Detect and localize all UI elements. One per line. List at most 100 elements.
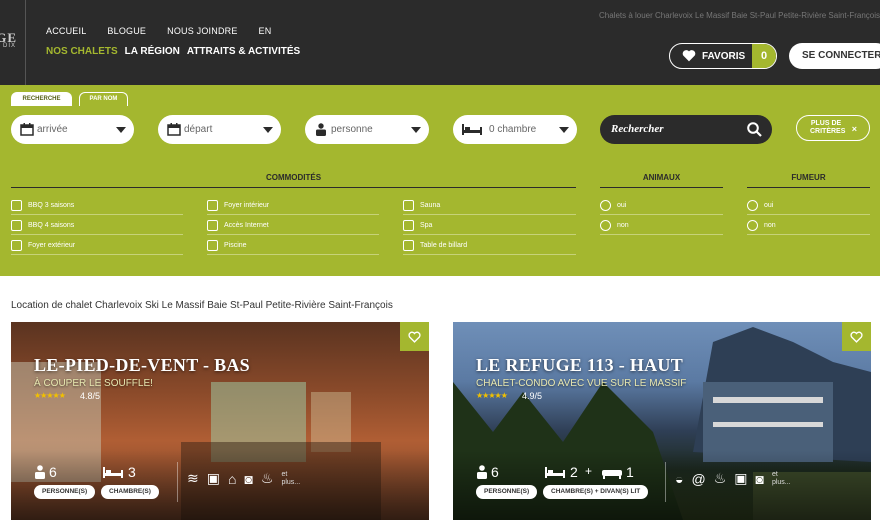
close-icon: × bbox=[851, 124, 857, 134]
people-count: 6 bbox=[49, 464, 57, 480]
checkbox-foyer-exterieur[interactable]: Foyer extérieur bbox=[11, 235, 183, 255]
top-nav: ACCUEIL BLOGUE NOUS JOINDRE EN bbox=[46, 26, 271, 36]
nav-attraits-activites[interactable]: ATTRAITS & ACTIVITÉS bbox=[187, 46, 300, 57]
chalet-subtitle: CHALET-CONDO AVEC VUE SUR LE MASSIF bbox=[476, 378, 687, 389]
rating-value: 4.8/5 bbox=[80, 391, 101, 401]
arrival-date-select[interactable]: arrivée bbox=[11, 115, 134, 144]
option-label: BBQ 3 saisons bbox=[28, 202, 75, 209]
main-nav: NOS CHALETS LA RÉGION ATTRAITS & ACTIVIT… bbox=[46, 46, 300, 57]
more-criteria-label: PLUS DE CRITÈRES bbox=[810, 120, 846, 135]
checkbox-box bbox=[403, 200, 414, 211]
nav-language-en[interactable]: EN bbox=[259, 26, 272, 36]
site-logo[interactable]: GE DIX bbox=[0, 0, 26, 85]
tab-par-nom[interactable]: PAR NOM bbox=[79, 92, 128, 106]
people-select[interactable]: personne bbox=[305, 115, 429, 144]
arrival-value: arrivée bbox=[37, 124, 68, 135]
animals-heading: ANIMAUX bbox=[600, 173, 723, 188]
checkbox-bbq-4-saisons[interactable]: BBQ 4 saisons bbox=[11, 215, 183, 235]
smoker-heading: FUMEUR bbox=[747, 173, 870, 188]
amenity-icons: ◒ @ ♨ ▣ ◙ et plus... bbox=[675, 470, 794, 487]
amenity-icons: ≋ ▣ ⌂ ◙ ♨ et plus... bbox=[187, 470, 303, 487]
radio-animals-non[interactable]: non bbox=[600, 215, 723, 235]
people-value: personne bbox=[331, 124, 373, 135]
option-label: oui bbox=[617, 202, 627, 209]
radio-smoker-non[interactable]: non bbox=[747, 215, 870, 235]
checkbox-sauna[interactable]: Sauna bbox=[403, 195, 576, 215]
radio-smoker-oui[interactable]: oui bbox=[747, 195, 870, 215]
favorite-toggle[interactable] bbox=[842, 322, 871, 351]
house-icon: ⌂ bbox=[227, 470, 237, 487]
sofabeds-count: 1 bbox=[626, 464, 634, 480]
checkbox-piscine[interactable]: Piscine bbox=[207, 235, 379, 255]
tab-recherche[interactable]: RECHERCHE bbox=[11, 92, 72, 106]
heart-outline-icon bbox=[408, 331, 421, 343]
sofa-bed-icon bbox=[602, 470, 622, 479]
nav-la-region[interactable]: LA RÉGION bbox=[125, 46, 180, 57]
radio-circle bbox=[747, 220, 758, 231]
chevron-down-icon bbox=[559, 127, 569, 133]
calendar-icon bbox=[167, 123, 181, 136]
washer-icon: ◙ bbox=[244, 470, 253, 487]
chalet-subtitle: À COUPER LE SOUFFLE! bbox=[34, 378, 153, 389]
at-icon: @ bbox=[691, 470, 706, 487]
nav-blogue[interactable]: BLOGUE bbox=[107, 26, 146, 36]
search-button-label: Rechercher bbox=[611, 123, 664, 135]
person-icon bbox=[477, 465, 487, 479]
option-label: Foyer intérieur bbox=[224, 202, 270, 209]
checkbox-foyer-interieur[interactable]: Foyer intérieur bbox=[207, 195, 379, 215]
search-panel: RECHERCHE PAR NOM arrivée départ personn… bbox=[0, 85, 880, 276]
chevron-down-icon bbox=[116, 127, 126, 133]
more-criteria-button[interactable]: PLUS DE CRITÈRES × bbox=[796, 115, 870, 141]
washer-icon: ◙ bbox=[755, 470, 764, 487]
chalet-title[interactable]: LE-PIED-DE-VENT - BAS bbox=[34, 355, 250, 376]
option-label: Spa bbox=[420, 222, 433, 229]
checkbox-box bbox=[207, 220, 218, 231]
chevron-down-icon bbox=[411, 127, 421, 133]
checkbox-spa[interactable]: Spa bbox=[403, 215, 576, 235]
chalet-title[interactable]: LE REFUGE 113 - HAUT bbox=[476, 355, 683, 376]
bedrooms-select[interactable]: 0 chambre bbox=[453, 115, 577, 144]
bedrooms-tag: CHAMBRE(S) bbox=[101, 485, 159, 499]
heart-outline-icon bbox=[850, 331, 863, 343]
option-label: Accès Internet bbox=[224, 222, 269, 229]
departure-date-select[interactable]: départ bbox=[158, 115, 281, 144]
divider bbox=[177, 462, 178, 502]
nav-accueil[interactable]: ACCUEIL bbox=[46, 26, 86, 36]
favorites-button[interactable]: FAVORIS 0 bbox=[669, 43, 777, 69]
checkbox-table-de-billard[interactable]: Table de billard bbox=[403, 235, 576, 255]
option-label: Foyer extérieur bbox=[28, 242, 76, 249]
checkbox-acces-internet[interactable]: Accès Internet bbox=[207, 215, 379, 235]
checkbox-box bbox=[403, 240, 414, 251]
checkbox-box bbox=[207, 200, 218, 211]
divider bbox=[665, 462, 666, 502]
person-icon bbox=[35, 465, 45, 479]
bed-icon bbox=[103, 467, 123, 478]
logo-line-2: DIX bbox=[2, 43, 16, 49]
chalet-card[interactable]: LE-PIED-DE-VENT - BAS À COUPER LE SOUFFL… bbox=[11, 322, 429, 520]
favorites-label: FAVORIS bbox=[702, 51, 746, 62]
nav-nous-joindre[interactable]: NOUS JOINDRE bbox=[167, 26, 237, 36]
rating-value: 4.9/5 bbox=[522, 391, 543, 401]
nav-nos-chalets[interactable]: NOS CHALETS bbox=[46, 46, 118, 57]
checkbox-box bbox=[11, 220, 22, 231]
chalet-card[interactable]: LE REFUGE 113 - HAUT CHALET-CONDO AVEC V… bbox=[453, 322, 871, 520]
chevron-down-icon bbox=[263, 127, 273, 133]
more-amenities-text: et plus... bbox=[771, 470, 791, 486]
radio-circle bbox=[600, 220, 611, 231]
option-label: Sauna bbox=[420, 202, 441, 209]
people-tag: PERSONNE(S) bbox=[34, 485, 96, 499]
search-button[interactable]: Rechercher bbox=[600, 115, 772, 144]
checkbox-box bbox=[403, 220, 414, 231]
radio-animals-oui[interactable]: oui bbox=[600, 195, 723, 215]
more-amenities-text: et plus... bbox=[281, 470, 301, 486]
calendar-icon bbox=[20, 123, 34, 136]
amenities-heading: COMMODITÉS bbox=[11, 173, 576, 188]
checkbox-bbq-3-saisons[interactable]: BBQ 3 saisons bbox=[11, 195, 183, 215]
tv-icon: ▣ bbox=[206, 470, 220, 486]
favorite-toggle[interactable] bbox=[400, 322, 429, 351]
option-label: BBQ 4 saisons bbox=[28, 222, 75, 229]
login-button[interactable]: SE CONNECTER bbox=[789, 43, 880, 69]
option-label: non bbox=[617, 222, 629, 229]
rating-stars: ★★★★★ bbox=[476, 391, 508, 400]
bedrooms-count: 3 bbox=[128, 464, 136, 480]
